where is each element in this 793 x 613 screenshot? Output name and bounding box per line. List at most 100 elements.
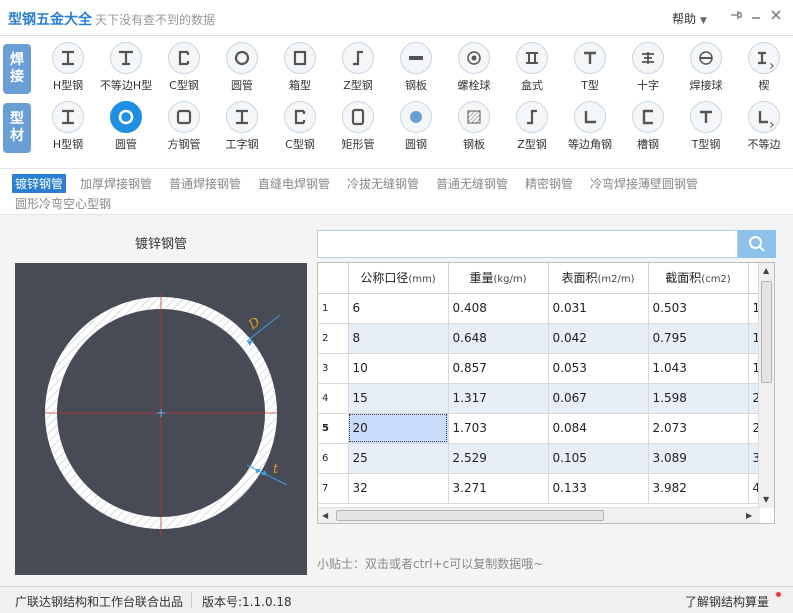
subtab-straight-seam[interactable]: 直缝电焊钢管 [258,175,330,192]
table-cell[interactable]: 15 [348,383,449,414]
shape-item-welded-ball[interactable]: 焊接球 [677,40,735,96]
shape-item-unequal-h-beam[interactable]: 不等边H型 [97,40,155,96]
shape-item-steel-plate[interactable]: 钢板 [445,99,503,155]
table-row[interactable]: 3 10 0.857 0.053 1.043 1 [318,353,769,384]
table-cell[interactable]: 1.598 [648,383,749,414]
table-cell[interactable]: 0.067 [548,383,649,414]
table-cell[interactable]: 0.503 [648,293,749,324]
table-cell[interactable]: 0.133 [548,473,649,504]
shape-item-t-section[interactable]: T型钢 [677,99,735,155]
shape-item-round-tube[interactable]: 圆管 [97,99,155,155]
table-row[interactable]: 4 15 1.317 0.067 1.598 2 [318,383,769,414]
scroll-up-icon[interactable]: ▲ [763,266,769,275]
subtab-precision[interactable]: 精密钢管 [525,175,573,192]
vertical-scroll-thumb[interactable] [761,281,772,383]
shape-item-c-channel[interactable]: C型钢 [155,40,213,96]
shape-item-cross-section[interactable]: 十字 [619,40,677,96]
table-cell[interactable]: 3.089 [648,443,749,474]
table-cell[interactable]: 6 [348,293,449,324]
shape-item-i-beam[interactable]: 工字钢 [213,99,271,155]
table-cell[interactable]: 2.073 [648,413,749,444]
shape-item-box-type[interactable]: 盒式 [503,40,561,96]
subtab-cold-bent-thin-wall[interactable]: 冷弯焊接薄壁圆钢管 [590,175,698,192]
vertical-scrollbar[interactable]: ▲ ▼ [758,263,774,508]
table-cell[interactable]: 0.031 [548,293,649,324]
help-menu[interactable]: 帮助 ▼ [672,10,707,27]
shape-item-round-tube[interactable]: 圆管 [213,40,271,96]
table-cell[interactable]: 1.043 [648,353,749,384]
table-cell[interactable]: 0.053 [548,353,649,384]
subtab-galvanized[interactable]: 镀锌钢管 [12,174,67,193]
table-cell[interactable]: 0.084 [548,413,649,444]
table-cell[interactable]: 1.317 [448,383,549,414]
chevron-right-icon[interactable]: › [769,117,779,133]
shape-item-equal-angle[interactable]: 等边角钢 [561,99,619,155]
table-cell[interactable]: 3.271 [448,473,549,504]
table-cell[interactable]: 0.408 [448,293,549,324]
table-cell[interactable]: 0.857 [448,353,549,384]
shape-item-round-bar[interactable]: 圆钢 [387,99,445,155]
table-row[interactable]: 7 32 3.271 0.133 3.982 4 [318,473,769,504]
learn-more-link[interactable]: 了解钢结构算量 [685,593,769,610]
table-cell[interactable]: 0.648 [448,323,549,354]
table-cell[interactable]: 10 [348,353,449,384]
shape-label: 楔 [758,79,770,92]
shape-item-z-section[interactable]: Z型钢 [503,99,561,155]
table-cell[interactable]: 0.042 [548,323,649,354]
pin-icon[interactable] [728,8,744,24]
shape-item-rect-tube[interactable]: 矩形管 [329,99,387,155]
shape-item-steel-plate[interactable]: 钢板 [387,40,445,96]
table-row[interactable]: 6 25 2.529 0.105 3.089 3 [318,443,769,474]
subtab-thickened-welded[interactable]: 加厚焊接钢管 [80,175,152,192]
subtab-ordinary-seamless[interactable]: 普通无缝钢管 [436,175,508,192]
data-table[interactable]: 公称口径(mm) 重量(kg/m) 表面积(m2/m) 截面积(cm2) 160… [317,262,775,524]
table-cell[interactable]: 0.795 [648,323,749,354]
search-button[interactable] [738,230,776,258]
shape-item-bolt-ball[interactable]: 螺栓球 [445,40,503,96]
minimize-icon[interactable] [748,8,764,24]
row-number: 7 [318,473,349,504]
shape-item-t-section[interactable]: T型 [561,40,619,96]
scroll-left-icon[interactable]: ◀ [322,511,328,520]
close-icon[interactable] [768,8,784,24]
chevron-right-icon[interactable]: › [769,58,779,74]
shape-item-wedge[interactable]: 楔 [735,40,793,96]
subtab-cold-drawn-seamless[interactable]: 冷拔无缝钢管 [347,175,419,192]
table-row[interactable]: 2 8 0.648 0.042 0.795 1 [318,323,769,354]
shape-item-z-section[interactable]: Z型钢 [329,40,387,96]
horizontal-scroll-thumb[interactable] [336,510,604,521]
shape-item-h-beam[interactable]: H型钢 [39,99,97,155]
table-cell[interactable]: 2.529 [448,443,549,474]
horizontal-scrollbar[interactable]: ◀ ▶ [318,507,760,523]
shape-item-unequal-angle[interactable]: 不等边 [735,99,793,155]
column-header-section-area[interactable]: 截面积(cm2) [648,263,749,294]
table-cell[interactable]: 20 [348,413,449,444]
column-header-nominal-diameter[interactable]: 公称口径(mm) [348,263,449,294]
channel-icon [632,101,664,133]
table-cell[interactable]: 0.105 [548,443,649,474]
category-label-welded[interactable]: 焊 接 [3,44,31,94]
subtab-ordinary-welded[interactable]: 普通焊接钢管 [169,175,241,192]
shape-item-square-tube[interactable]: 方钢管 [155,99,213,155]
table-row[interactable]: 5 20 1.703 0.084 2.073 2 [318,413,769,444]
category-label-profile[interactable]: 型 材 [3,103,31,153]
equal-angle-icon [574,101,606,133]
z-section-icon [342,42,374,74]
table-cell[interactable]: 25 [348,443,449,474]
shape-item-c-channel[interactable]: C型钢 [271,99,329,155]
table-cell[interactable]: 1.703 [448,413,549,444]
scroll-right-icon[interactable]: ▶ [746,511,752,520]
table-cell[interactable]: 3.982 [648,473,749,504]
column-header-weight[interactable]: 重量(kg/m) [448,263,549,294]
table-cell[interactable]: 32 [348,473,449,504]
scroll-down-icon[interactable]: ▼ [763,495,769,504]
shape-item-h-beam[interactable]: H型钢 [39,40,97,96]
shape-item-channel[interactable]: 槽钢 [619,99,677,155]
drawing-title: 镀锌钢管 [134,237,187,252]
table-row[interactable]: 1 6 0.408 0.031 0.503 1 [318,293,769,324]
table-cell[interactable]: 8 [348,323,449,354]
search-input[interactable] [317,230,738,258]
shape-item-box-section[interactable]: 箱型 [271,40,329,96]
column-header-surface-area[interactable]: 表面积(m2/m) [548,263,649,294]
subtab-circular-hollow[interactable]: 圆形冷弯空心型钢 [15,195,111,212]
